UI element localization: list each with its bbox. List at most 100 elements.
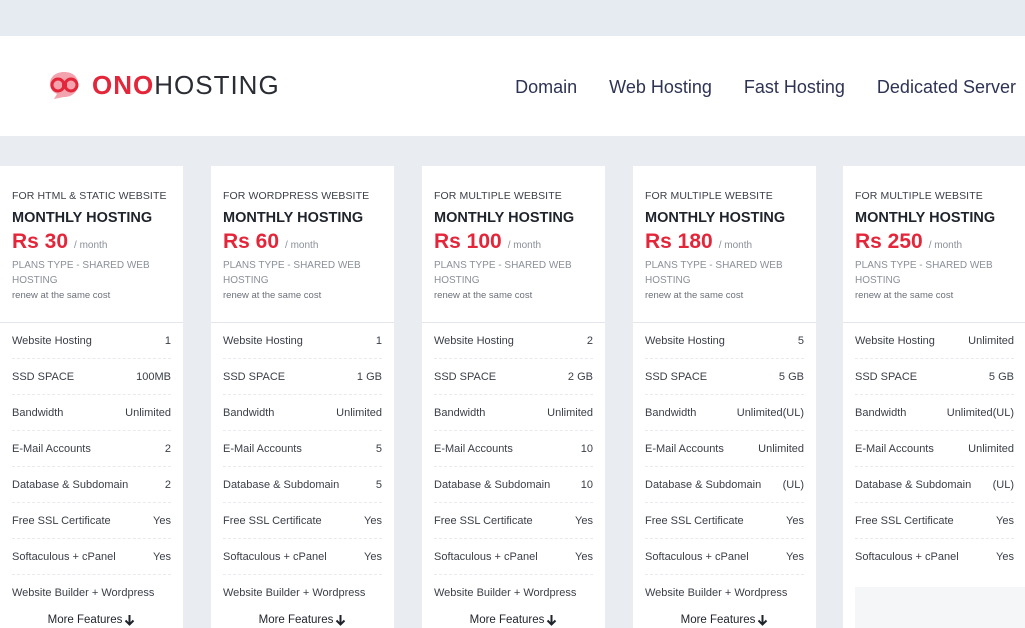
feature-row: Bandwidth Unlimited(UL): [855, 395, 1014, 431]
price-value: Rs 100: [434, 230, 502, 253]
plan-card: FOR HTML & STATIC WEBSITE MONTHLY HOSTING…: [0, 166, 183, 628]
price-value: Rs 60: [223, 230, 280, 253]
feature-row: SSD SPACE 100MB: [12, 359, 171, 395]
renew-note: renew at the same cost: [855, 290, 954, 301]
feature-row: Free SSL Certificate Yes: [645, 503, 804, 539]
feature-value: 5: [375, 478, 382, 491]
feature-row: Website Hosting 5: [645, 323, 804, 359]
logo-ono-text: ONO: [92, 70, 155, 100]
plan-price: Rs 250 / month: [855, 230, 1014, 254]
feature-value: (UL): [782, 478, 804, 491]
more-features-link[interactable]: More Features: [633, 614, 816, 626]
feature-row: SSD SPACE 1 GB: [223, 359, 382, 395]
feature-value: 10: [580, 478, 593, 491]
plan-card: FOR MULTIPLE WEBSITE MONTHLY HOSTING Rs 18…: [633, 166, 816, 628]
price-value: Rs 250: [855, 230, 923, 253]
site-header: ONOHOSTING Domain Web Hosting Fast Hosti…: [0, 36, 1025, 136]
plan-target: FOR WORDPRESS WEBSITE: [223, 190, 370, 202]
feature-label: Bandwidth: [645, 406, 697, 419]
feature-label: Bandwidth: [855, 406, 907, 419]
feature-row: Database & Subdomain (UL): [645, 467, 804, 503]
plan-title: MONTHLY HOSTING: [855, 210, 996, 226]
feature-value: Yes: [364, 514, 382, 527]
plan-target: FOR MULTIPLE WEBSITE: [434, 190, 562, 202]
feature-label: Softaculous + cPanel: [645, 550, 749, 563]
feature-label: Website Hosting: [223, 334, 303, 347]
feature-label: Database & Subdomain: [434, 478, 551, 491]
feature-row: Website Hosting 2: [434, 323, 593, 359]
feature-row: Website Builder + Wordpress: [434, 575, 593, 611]
more-features-link[interactable]: More Features: [422, 614, 605, 626]
more-features-link[interactable]: More Features: [211, 614, 394, 626]
plan-title: MONTHLY HOSTING: [223, 210, 364, 226]
plan-card: FOR MULTIPLE WEBSITE MONTHLY HOSTING Rs 10…: [422, 166, 605, 628]
plan-title: MONTHLY HOSTING: [12, 210, 153, 226]
feature-row: Database & Subdomain 2: [12, 467, 171, 503]
site-logo[interactable]: ONOHOSTING: [46, 70, 280, 100]
top-strip: [0, 0, 1025, 36]
feature-value: Yes: [786, 514, 804, 527]
plan-header: FOR MULTIPLE WEBSITE MONTHLY HOSTING Rs 18…: [633, 166, 816, 323]
logo-hosting-text: HOSTING: [154, 70, 280, 100]
plan-target: FOR HTML & STATIC WEBSITE: [12, 190, 167, 202]
feature-label: E-Mail Accounts: [855, 442, 934, 455]
feature-list: Website Hosting 5 SSD SPACE 5 GB Bandwidth Un…: [633, 323, 816, 611]
price-value: Rs 180: [645, 230, 713, 253]
feature-value: 5 GB: [988, 370, 1014, 383]
feature-value: 100MB: [136, 370, 171, 383]
feature-label: SSD SPACE: [434, 370, 497, 383]
more-features-link[interactable]: More Features: [0, 614, 183, 626]
nav-web-hosting[interactable]: Web Hosting: [609, 76, 712, 98]
nav-domain[interactable]: Domain: [515, 76, 577, 98]
feature-row: E-Mail Accounts Unlimited: [645, 431, 804, 467]
main-nav: Domain Web Hosting Fast Hosting Dedicate…: [483, 76, 1016, 98]
feature-row: Bandwidth Unlimited: [223, 395, 382, 431]
feature-value: Yes: [996, 514, 1014, 527]
price-value: Rs 30: [12, 230, 69, 253]
feature-label: Bandwidth: [434, 406, 486, 419]
feature-label: Free SSL Certificate: [645, 514, 744, 527]
feature-label: SSD SPACE: [12, 370, 75, 383]
feature-label: Softaculous + cPanel: [855, 551, 959, 563]
feature-row: Database & Subdomain 10: [434, 467, 593, 503]
feature-label: Website Hosting: [12, 334, 92, 347]
plan-card: FOR MULTIPLE WEBSITE MONTHLY HOSTING Rs 25…: [843, 166, 1025, 628]
feature-value: Unlimited(UL): [946, 406, 1014, 419]
feature-label: Website Builder + Wordpress: [645, 587, 788, 599]
feature-label: Website Builder + Wordpress: [12, 587, 155, 599]
plan-target: FOR MULTIPLE WEBSITE: [645, 190, 773, 202]
plan-type: PLANS TYPE - SHARED WEB HOSTING: [12, 260, 150, 286]
feature-value: Unlimited: [968, 334, 1014, 347]
feature-value: Yes: [153, 514, 171, 527]
nav-dedicated-server[interactable]: Dedicated Server: [877, 76, 1016, 98]
feature-label: Website Hosting: [434, 334, 514, 347]
feature-label: SSD SPACE: [223, 370, 286, 383]
feature-value: Unlimited: [758, 442, 804, 455]
feature-label: Free SSL Certificate: [855, 514, 954, 527]
feature-value: 2: [164, 478, 171, 491]
feature-value: 1: [375, 334, 382, 347]
feature-value: Unlimited: [125, 406, 171, 419]
feature-label: Website Hosting: [645, 334, 725, 347]
feature-value: Yes: [153, 550, 171, 563]
feature-row: Website Hosting 1: [12, 323, 171, 359]
plan-title: MONTHLY HOSTING: [434, 210, 575, 226]
feature-label: E-Mail Accounts: [223, 442, 302, 455]
plan-target: FOR MULTIPLE WEBSITE: [855, 190, 983, 202]
feature-label: SSD SPACE: [645, 370, 708, 383]
nav-fast-hosting[interactable]: Fast Hosting: [744, 76, 845, 98]
more-features-label: More Features: [47, 614, 123, 627]
feature-label: E-Mail Accounts: [434, 442, 513, 455]
plan-header: FOR WORDPRESS WEBSITE MONTHLY HOSTING Rs 6…: [211, 166, 394, 323]
plan-price: Rs 30 / month: [12, 230, 171, 254]
feature-row: Free SSL Certificate Yes: [223, 503, 382, 539]
feature-label: Free SSL Certificate: [223, 514, 322, 527]
plan-type: PLANS TYPE - SHARED WEB HOSTING: [223, 260, 361, 286]
price-period: / month: [74, 240, 108, 251]
renew-note: renew at the same cost: [434, 290, 533, 301]
feature-value: 5: [375, 442, 382, 455]
arrow-down-icon: [758, 615, 768, 626]
feature-value: 5: [797, 334, 804, 347]
feature-label: Database & Subdomain: [645, 478, 762, 491]
feature-row: Softaculous + cPanel Yes: [434, 539, 593, 575]
